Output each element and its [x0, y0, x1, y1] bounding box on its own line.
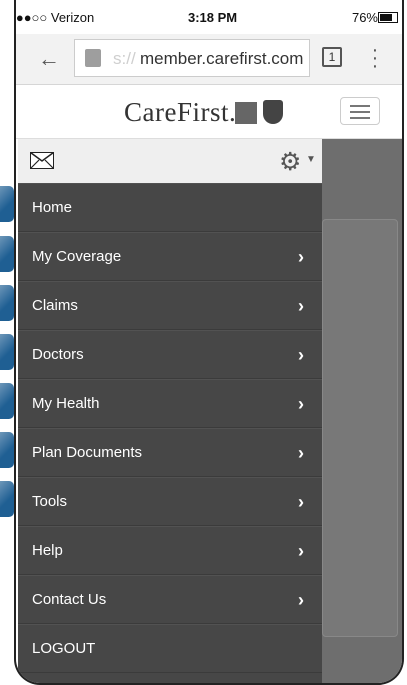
menu-item-label: My Health [32, 395, 100, 412]
menu-item-label: Tools [32, 493, 68, 510]
lock-icon [85, 49, 101, 67]
status-bar: ●●●○○ Verizon 3:18 PM 76% [16, 0, 402, 34]
menu-item-my-coverage[interactable]: My Coverage › [18, 232, 322, 281]
side-tab[interactable] [0, 334, 14, 370]
menu-item-label: LOGOUT [32, 640, 96, 657]
back-arrow-icon[interactable]: ← [38, 46, 60, 72]
address-bar[interactable]: s:// member.carefirst.com [74, 39, 310, 77]
menu-item-logout[interactable]: LOGOUT [18, 624, 322, 673]
menu-item-contact-us[interactable]: Contact Us › [18, 575, 322, 624]
menu-item-tools[interactable]: Tools › [18, 477, 322, 526]
gear-icon[interactable]: ⚙ [279, 147, 301, 177]
content-card [322, 219, 398, 637]
clock: 3:18 PM [188, 10, 238, 25]
menu-item-help[interactable]: Help › [18, 526, 322, 575]
blue-shield-icon [263, 100, 283, 124]
battery-icon [378, 12, 398, 23]
chevron-right-icon: › [298, 492, 304, 512]
phone-frame: ●●●○○ Verizon 3:18 PM 76% ← s:// member.… [14, 0, 404, 685]
menu-item-label: Doctors [32, 346, 84, 363]
hamburger-menu-button[interactable] [340, 97, 380, 125]
drawer-header: ⚙ ▼ [18, 139, 322, 183]
side-tab[interactable] [0, 236, 14, 272]
site-header: CareFirst. [16, 85, 402, 139]
menu-item-label: My Coverage [32, 248, 122, 265]
menu-item-label: Help [32, 542, 63, 559]
menu-item-home[interactable]: Home [18, 183, 322, 232]
page-content-overlay [322, 139, 402, 683]
caret-down-icon[interactable]: ▼ [306, 154, 316, 165]
menu-item-label: Claims [32, 297, 78, 314]
menu-item-plan-documents[interactable]: Plan Documents › [18, 428, 322, 477]
menu-list: Home My Coverage › Claims › Doctors › My Health… [18, 183, 322, 673]
side-tab[interactable] [0, 285, 14, 321]
side-tab[interactable] [0, 481, 14, 517]
side-tab[interactable] [0, 432, 14, 468]
side-tab[interactable] [0, 383, 14, 419]
overflow-menu-icon[interactable]: · · · [371, 40, 379, 76]
url-text: member.carefirst.com [140, 49, 304, 68]
menu-item-my-health[interactable]: My Health › [18, 379, 322, 428]
chevron-right-icon: › [298, 247, 304, 267]
menu-item-label: Plan Documents [32, 444, 143, 461]
battery-percent: 76% [351, 10, 378, 25]
tab-switcher-button[interactable]: 1 [322, 47, 342, 67]
nav-drawer: ⚙ ▼ Home My Coverage › Claims › Doctors › My He… [18, 139, 322, 683]
chevron-right-icon: › [298, 590, 304, 610]
blue-cross-icon [235, 102, 257, 124]
chevron-right-icon: › [298, 345, 304, 365]
side-tab[interactable] [0, 186, 14, 222]
menu-item-label: Contact Us [32, 591, 107, 608]
chevron-right-icon: › [298, 443, 304, 463]
menu-item-label: Home [32, 199, 73, 216]
menu-item-doctors[interactable]: Doctors › [18, 330, 322, 379]
menu-item-claims[interactable]: Claims › [18, 281, 322, 330]
browser-toolbar: ← s:// member.carefirst.com 1 · · · [16, 34, 402, 85]
carefirst-logo[interactable]: CareFirst. [124, 97, 236, 128]
envelope-icon[interactable] [30, 152, 54, 169]
chevron-right-icon: › [298, 541, 304, 561]
carrier-label: ●●●○○ Verizon [14, 10, 95, 25]
chevron-right-icon: › [298, 296, 304, 316]
chevron-right-icon: › [298, 394, 304, 414]
url-scheme: s:// [113, 49, 136, 68]
